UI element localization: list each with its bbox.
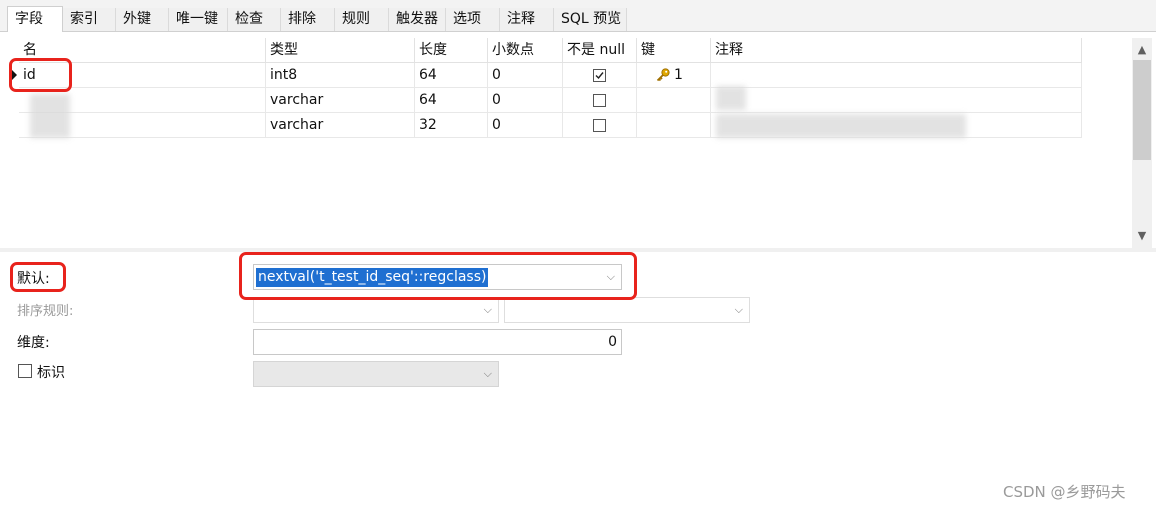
tab-comments[interactable]: 注释 [500,8,554,31]
tab-checks[interactable]: 检查 [228,8,281,31]
collation-name-select: ⌵ [504,297,750,323]
col-header-key[interactable]: 键 [637,38,711,63]
dimension-value: 0 [608,334,617,350]
col-header-decimals[interactable]: 小数点 [488,38,563,63]
table-row-cell-comment[interactable] [711,88,1082,113]
table-row-cell-type[interactable]: int8 [266,63,415,88]
dimension-input[interactable]: 0 [253,329,622,355]
tab-options[interactable]: 选项 [446,8,500,31]
tab-triggers[interactable]: 触发器 [389,8,446,31]
col-header-type[interactable]: 类型 [266,38,415,63]
table-row-cell-comment[interactable] [711,63,1082,88]
tab-indexes[interactable]: 索引 [63,8,116,31]
not-null-checkbox[interactable] [593,94,606,107]
scroll-up-icon[interactable]: ▲ [1132,40,1152,60]
key-order: 1 [674,67,683,83]
chevron-down-icon: ⌵ [483,303,492,316]
not-null-checkbox[interactable] [593,119,606,132]
key-icon [655,67,671,87]
tab-sql-preview[interactable]: SQL 预览 [554,8,627,31]
collation-label: 排序规则: [17,304,74,319]
table-row-cell-length[interactable]: 64 [415,63,488,88]
col-header-not-null[interactable]: 不是 null [563,38,637,63]
col-header-length[interactable]: 长度 [415,38,488,63]
identity-label: 标识 [37,365,65,381]
table-row-cell-decimals[interactable]: 0 [488,63,563,88]
annotation-box-default-value [239,252,637,300]
tab-foreign-keys[interactable]: 外键 [116,8,169,31]
scrollbar-thumb[interactable] [1133,60,1151,160]
col-header-comment[interactable]: 注释 [711,38,1082,63]
table-row-cell-length[interactable]: 64 [415,88,488,113]
identity-checkbox[interactable] [18,364,32,378]
watermark: CSDN @乡野码夫 [1003,483,1126,501]
table-row-cell-key[interactable] [637,113,711,138]
tab-unique-keys[interactable]: 唯一键 [169,8,228,31]
annotation-box-default-label [10,262,66,292]
chevron-down-icon: ⌵ [483,367,492,380]
annotation-box-id [9,58,72,92]
table-row-cell-type[interactable]: varchar [266,88,415,113]
collation-schema-select: ⌵ [253,297,499,323]
identity-select: ⌵ [253,361,499,387]
tab-excludes[interactable]: 排除 [281,8,335,31]
chevron-down-icon: ⌵ [734,303,743,316]
tab-rules[interactable]: 规则 [335,8,389,31]
redacted-field-names [30,94,70,138]
table-row-cell-key[interactable] [637,88,711,113]
redacted-comment [716,114,966,138]
tab-bar: 字段 索引 外键 唯一键 检查 排除 规则 触发器 选项 注释 SQL 预览 [0,0,1156,32]
table-row-cell-type[interactable]: varchar [266,113,415,138]
tab-fields[interactable]: 字段 [7,6,63,32]
table-row-cell-decimals[interactable]: 0 [488,88,563,113]
scroll-down-icon[interactable]: ▼ [1132,226,1152,246]
table-row-cell-length[interactable]: 32 [415,113,488,138]
table-row-cell-decimals[interactable]: 0 [488,113,563,138]
redacted-comment [716,86,746,110]
not-null-checkbox[interactable] [593,69,606,82]
dimension-label: 维度: [17,335,50,351]
